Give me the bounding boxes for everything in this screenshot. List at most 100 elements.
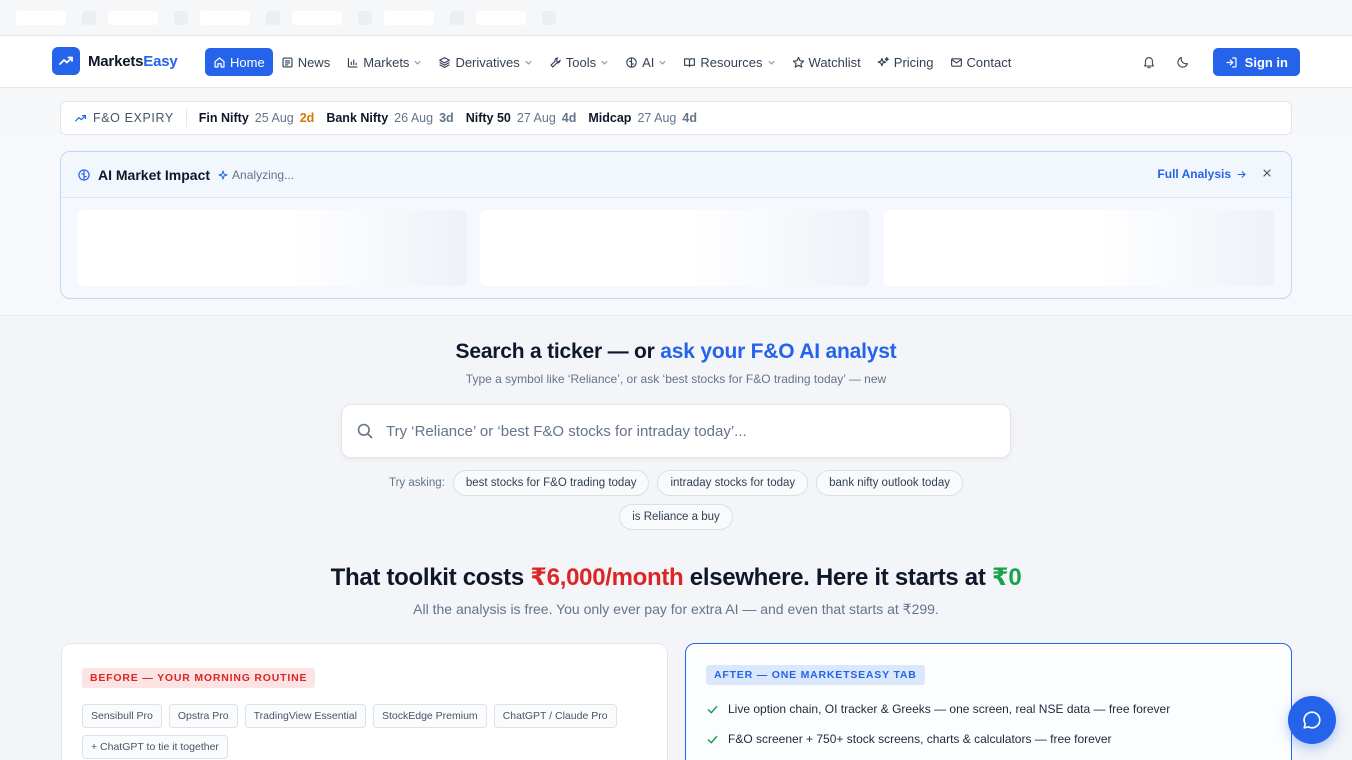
feature-text: F&O screener + 750+ stock screens, chart… [728,732,1112,746]
tool-tag: Opstra Pro [168,704,238,728]
brain-icon [78,168,90,181]
expiry-item-bank-nifty[interactable]: Bank Nifty 26 Aug 3d [326,111,453,125]
expiry-item-fin-nifty[interactable]: Fin Nifty 25 Aug 2d [199,111,315,125]
skeleton-dot [450,11,464,25]
chevron-down-icon [659,60,667,65]
nav-item-pricing[interactable]: Pricing [869,48,942,76]
ticker-search-box [341,404,1011,458]
chat-button[interactable] [1288,696,1336,744]
nav-item-tools[interactable]: Tools [541,48,617,76]
brand-logo[interactable]: MarketsEasy [52,47,178,75]
check-icon [707,705,718,713]
nav-item-home[interactable]: Home [205,48,273,76]
nav-actions: Sign in [1139,48,1300,76]
search-input[interactable] [386,422,966,440]
after-card: AFTER — ONE MARKETSEASY TAB Live option … [685,643,1292,760]
nav-menu: Home News Markets Derivatives Tools AI R… [205,48,1019,76]
expiry-date: 26 Aug [394,111,434,125]
sparkles-icon [877,56,889,66]
suggestion-chip[interactable]: best stocks for F&O trading today [452,470,650,496]
chevron-down-icon [767,60,775,65]
feature-text: Live option chain, OI tracker & Greeks —… [728,702,1171,716]
nav-item-news[interactable]: News [273,48,339,76]
home-icon [214,56,225,68]
sign-in-label: Sign in [1244,54,1288,70]
sign-in-button[interactable]: Sign in [1212,48,1300,76]
nav-item-ai[interactable]: AI [617,48,675,76]
search-icon [357,423,373,439]
expiry-days-left: 2d [299,111,315,125]
close-icon[interactable] [1261,166,1273,184]
mail-icon [950,57,962,67]
expiry-index-name: Midcap [588,111,632,125]
brain-icon [626,56,637,68]
bell-icon[interactable] [1139,52,1159,72]
expiry-date: 27 Aug [516,111,556,125]
nav-item-label: Resources [700,54,763,70]
before-badge: BEFORE — YOUR MORNING ROUTINE [82,668,316,688]
suggestion-chip[interactable]: bank nifty outlook today [816,470,963,496]
login-icon [1226,56,1237,68]
skeleton-dot [542,11,556,25]
moon-icon[interactable] [1173,52,1193,72]
wrench-icon [549,56,561,68]
message-circle-icon [1303,711,1321,729]
skeleton-block [476,11,526,25]
nav-item-contact[interactable]: Contact [942,48,1020,76]
nav-item-derivatives[interactable]: Derivatives [430,48,540,76]
skeleton-block [16,11,66,25]
loading-placeholder [884,210,1274,286]
star-icon [792,56,804,68]
search-heading: Search a ticker — or ask your F&O AI ana… [455,340,897,363]
skeleton-block [108,11,158,25]
tool-tag: ChatGPT / Claude Pro [493,704,617,728]
expiry-item-nifty-50[interactable]: Nifty 50 27 Aug 4d [466,111,577,125]
newspaper-icon [282,56,293,68]
trending-up-icon [75,114,86,122]
loading-placeholder [77,210,467,286]
skeleton-dot [266,11,280,25]
suggested-queries: Try asking: best stocks for F&O trading … [0,470,1352,530]
sparkle-icon [218,169,228,180]
expiry-days-left: 3d [439,111,454,125]
expiry-index-name: Bank Nifty [326,111,389,125]
ai-card-header: AI Market Impact Analyzing... Full Analy… [61,152,1291,198]
book-icon [684,57,696,67]
layers-icon [439,56,451,68]
expiry-item-midcap[interactable]: Midcap 27 Aug 4d [588,111,697,125]
expiry-index-name: Nifty 50 [465,111,511,125]
skeleton-block [292,11,342,25]
nav-item-markets[interactable]: Markets [338,48,430,76]
arrow-right-icon [1237,170,1246,178]
nav-item-label: Watchlist [808,54,861,70]
suggestion-chip[interactable]: intraday stocks for today [657,470,809,496]
full-analysis-link[interactable]: Full Analysis [1157,167,1247,181]
paid-tools-list: Sensibull Pro Opstra Pro TradingView Ess… [82,704,642,759]
nav-item-label: Home [230,54,265,70]
expiry-date: 27 Aug [637,111,677,125]
ai-card-status: Analyzing... [218,168,294,182]
tool-tag: TradingView Essential [244,704,366,728]
tool-tag: Sensibull Pro [82,704,162,728]
loading-placeholder [480,210,870,286]
feature-list: Live option chain, OI tracker & Greeks —… [706,699,1170,759]
skeleton-dot [82,11,96,25]
chevron-down-icon [601,60,608,65]
check-icon [707,735,718,743]
suggestion-chip[interactable]: is Reliance a buy [619,504,733,530]
skeleton-dot [174,11,188,25]
main-navbar: MarketsEasy Home News Markets Derivative… [0,36,1352,88]
try-asking-label: Try asking: [389,477,445,489]
expiry-days-left: 4d [561,111,577,125]
skeleton-block [384,11,434,25]
after-badge: AFTER — ONE MARKETSEASY TAB [706,665,925,685]
fo-expiry-strip: F&O EXPIRY Fin Nifty 25 Aug 2d Bank Nift… [60,101,1292,135]
feature-item: F&O screener + 750+ stock screens, chart… [706,729,1170,749]
top-skeleton-strip [0,0,1352,36]
skeleton-block [200,11,250,25]
pricing-headline: That toolkit costs ₹6,000/month elsewher… [330,564,1022,591]
search-subtitle: Type a symbol like ‘Reliance’, or ask ‘b… [465,372,887,386]
nav-item-watchlist[interactable]: Watchlist [784,48,869,76]
trending-up-icon [52,47,80,75]
nav-item-resources[interactable]: Resources [675,48,783,76]
